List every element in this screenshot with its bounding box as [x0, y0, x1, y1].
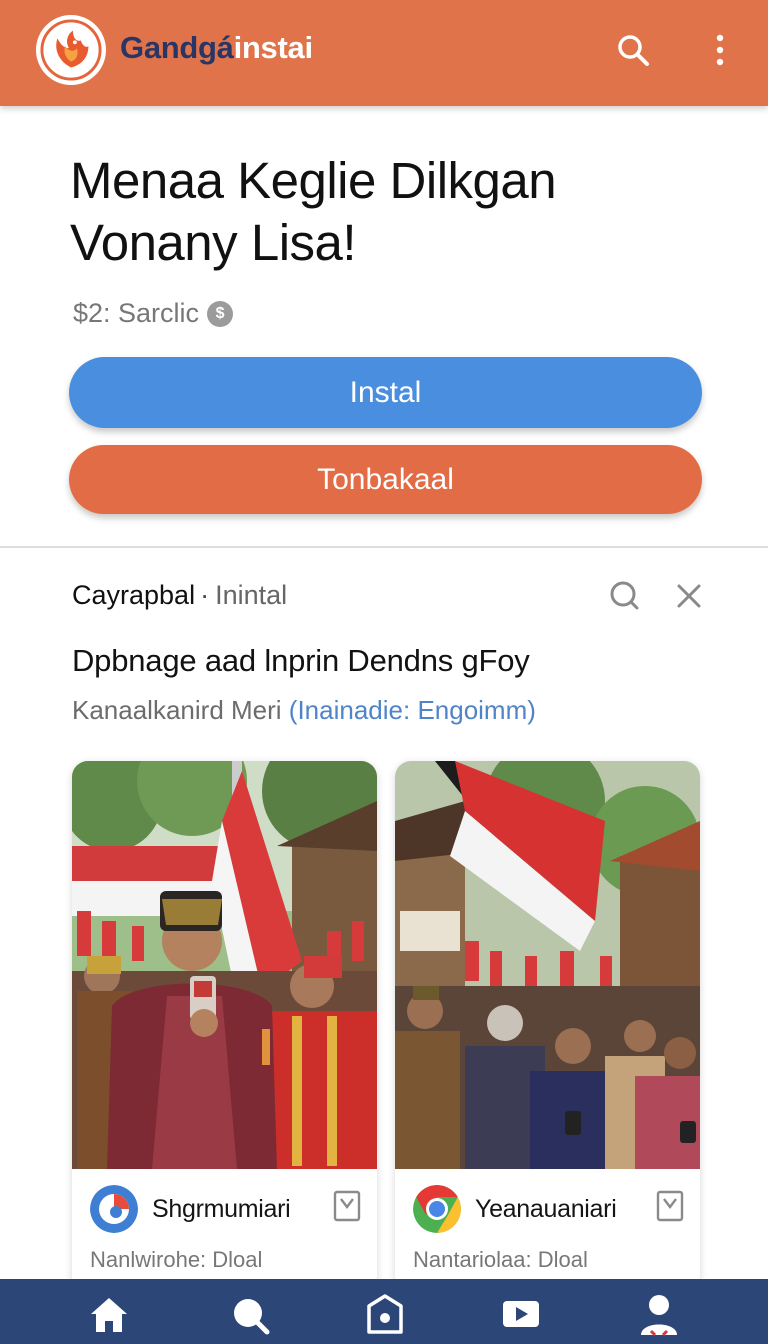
- more-options-button[interactable]: [698, 28, 742, 72]
- nav-home[interactable]: [87, 1293, 131, 1337]
- search-icon: [234, 1299, 270, 1335]
- nav-video[interactable]: [499, 1293, 543, 1337]
- app-bar: Gandgáinstai: [0, 0, 768, 106]
- article-source-row: Cayrapbal · Inintal: [72, 580, 287, 611]
- app-title: Gandgáinstai: [120, 30, 313, 66]
- article-byline: Kanaalkanird Meri (Inainadie: Engoimm): [72, 695, 536, 726]
- card-photo[interactable]: [395, 761, 700, 1169]
- close-icon: [677, 584, 701, 608]
- nav-store[interactable]: [363, 1293, 407, 1337]
- chrome-like-icon: [413, 1185, 461, 1233]
- blue-circle-app-icon: [90, 1185, 138, 1233]
- nav-search[interactable]: [228, 1293, 272, 1337]
- article-source-sub: Inintal: [215, 580, 288, 610]
- article-source[interactable]: Cayrapbal: [72, 580, 195, 611]
- download-button[interactable]: Tonbakaal: [69, 445, 702, 514]
- news-card[interactable]: Shgrmumiari Nanlwirohe: Dloal: [72, 761, 377, 1291]
- hero-title: Menaa Keglie Dilkgan Vonany Lisa!: [70, 152, 557, 271]
- install-button[interactable]: Instal: [69, 357, 702, 428]
- video-icon: [503, 1301, 539, 1327]
- card-photo[interactable]: [72, 761, 377, 1169]
- profile-icon: [641, 1295, 677, 1337]
- coin-icon: $: [207, 300, 234, 327]
- section-divider: [0, 546, 768, 548]
- card-meta: Yeanauaniari Nantariolaa: Dloal: [395, 1169, 700, 1291]
- byline-text: Kanaalkanird Meri: [72, 695, 282, 725]
- bookmark-icon[interactable]: [655, 1189, 685, 1223]
- card-source-sub: Nantariolaa: Dloal: [413, 1247, 588, 1272]
- byline-link[interactable]: (Inainadie: Engoimm): [289, 695, 536, 725]
- bookmark-icon[interactable]: [332, 1189, 362, 1223]
- search-icon: [610, 581, 639, 610]
- app-logo[interactable]: [36, 15, 106, 85]
- festival-crowd-photo: [72, 761, 377, 1169]
- village-crowd-photo: [395, 761, 700, 1169]
- article-close-button[interactable]: [669, 576, 709, 616]
- home-icon: [91, 1298, 127, 1332]
- news-card[interactable]: Yeanauaniari Nantariolaa: Dloal: [395, 761, 700, 1291]
- store-icon: [367, 1294, 403, 1334]
- price-row: $2: Sarclic $: [73, 298, 234, 329]
- meta-separator: ·: [200, 580, 210, 610]
- search-icon: [618, 35, 649, 66]
- app-title-part-2: instai: [233, 30, 313, 65]
- price-text: $2: Sarclic: [73, 298, 200, 328]
- phoenix-logo-icon: [40, 19, 102, 81]
- card-source-name[interactable]: Yeanauaniari: [475, 1195, 617, 1224]
- app-title-part-1: Gandgá: [120, 30, 234, 65]
- search-button[interactable]: [611, 28, 655, 72]
- nav-profile[interactable]: [637, 1293, 681, 1337]
- card-source-sub: Nanlwirohe: Dloal: [90, 1247, 263, 1272]
- more-vert-icon: [716, 34, 724, 66]
- article-search-button[interactable]: [604, 576, 644, 616]
- bottom-navigation: [0, 1279, 768, 1344]
- card-source-name[interactable]: Shgrmumiari: [152, 1195, 291, 1224]
- article-headline[interactable]: Dpbnage aad lnprin Dendns gFoy: [72, 643, 712, 679]
- card-meta: Shgrmumiari Nanlwirohe: Dloal: [72, 1169, 377, 1291]
